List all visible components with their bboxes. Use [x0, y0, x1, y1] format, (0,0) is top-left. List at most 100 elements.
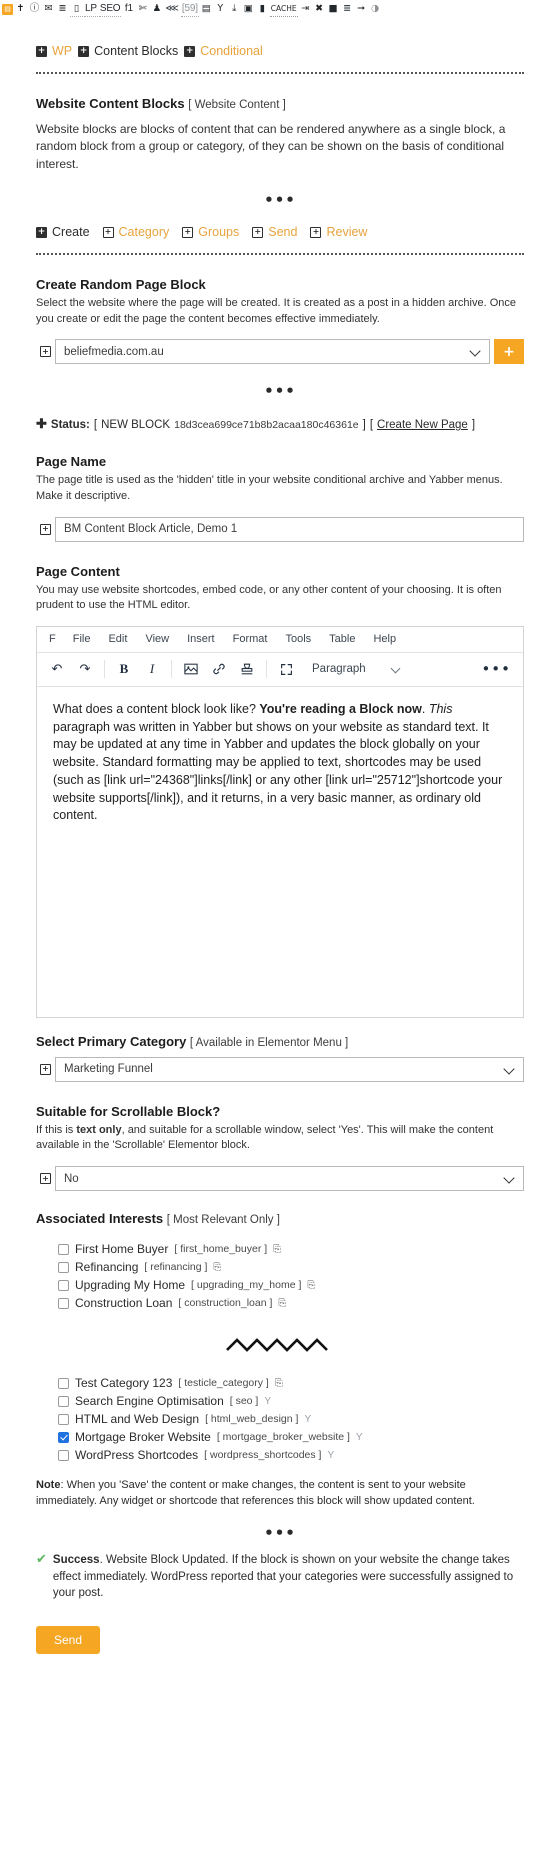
- editor-menu-view[interactable]: View: [136, 630, 178, 648]
- redo-icon[interactable]: ↷: [71, 656, 99, 682]
- category-checkbox[interactable]: [58, 1449, 69, 1461]
- expand-icon-wrapper[interactable]: +: [36, 339, 55, 364]
- seo-label[interactable]: SEO: [98, 1, 122, 17]
- category-meta-icon: Y: [264, 1395, 272, 1407]
- tab-groups[interactable]: + Groups: [182, 225, 239, 239]
- wp-admin-bar[interactable]: ▤ ✝ ⓘ ✉ ≣ ▯ LP SEO f1 ✄ ♟ ⋘ [59] ▤ Y ⤓ ▣…: [0, 0, 560, 18]
- list-item[interactable]: Upgrading My Home [ upgrading_my_home ] …: [58, 1278, 524, 1292]
- toolbar-overflow-button[interactable]: •••: [481, 660, 517, 678]
- italic-icon[interactable]: I: [138, 656, 166, 682]
- expand-icon-wrapper[interactable]: +: [36, 1057, 55, 1082]
- breadcrumb-label: WP: [52, 44, 73, 58]
- tab-create[interactable]: + Create: [36, 225, 90, 239]
- lp-label[interactable]: LP: [84, 1, 98, 17]
- dots-separator: •••: [264, 1523, 296, 1542]
- primary-category-select[interactable]: Marketing Funnel: [55, 1056, 524, 1082]
- tab-review[interactable]: + Review: [310, 225, 367, 239]
- editor-menu-file[interactable]: File: [64, 630, 100, 648]
- user-icon[interactable]: ♟: [150, 1, 163, 17]
- interest-label: Construction Loan: [75, 1296, 173, 1311]
- category-checkbox[interactable]: [58, 1413, 69, 1425]
- comments-count[interactable]: [59]: [180, 1, 199, 17]
- stamp-icon[interactable]: [233, 656, 261, 682]
- tab-label: Groups: [198, 225, 240, 240]
- page-name-title: Page Name: [36, 454, 107, 470]
- editor-menu-help[interactable]: Help: [364, 630, 405, 648]
- info-icon[interactable]: ⓘ: [28, 1, 41, 17]
- interest-checkbox[interactable]: [58, 1279, 69, 1291]
- editor-menu-table[interactable]: Table: [320, 630, 364, 648]
- image-icon[interactable]: ▣: [242, 1, 255, 17]
- tab-category[interactable]: + Category: [102, 225, 169, 239]
- page-name-input[interactable]: BM Content Block Article, Demo 1: [55, 516, 524, 542]
- menu-icon[interactable]: ≣: [341, 1, 354, 17]
- f1-label[interactable]: f1: [122, 1, 135, 17]
- chevron-down-icon: [470, 346, 481, 357]
- website-select[interactable]: beliefmedia.com.au: [55, 339, 490, 365]
- interests-checkbox-list: First Home Buyer [ first_home_buyer ] ⎘ …: [36, 1242, 524, 1310]
- cache-label[interactable]: CACHE: [269, 1, 298, 17]
- fullscreen-icon[interactable]: [272, 656, 300, 682]
- status-line: ✚ Status: [ NEW BLOCK 18d3cea699ce71b8b2…: [36, 416, 524, 432]
- scissors-icon[interactable]: ✄: [136, 1, 149, 17]
- share-icon[interactable]: ⋘: [164, 1, 180, 17]
- list-item[interactable]: Mortgage Broker Website [ mortgage_broke…: [58, 1430, 524, 1444]
- globe-icon[interactable]: ◑: [369, 1, 382, 17]
- list-item[interactable]: HTML and Web Design [ html_web_design ] …: [58, 1412, 524, 1426]
- breadcrumb-item-wp[interactable]: + WP: [36, 44, 72, 58]
- undo-icon[interactable]: ↶: [43, 656, 71, 682]
- category-label: WordPress Shortcodes: [75, 1448, 199, 1463]
- send-button[interactable]: Send: [36, 1625, 101, 1654]
- insert-image-icon[interactable]: [177, 656, 205, 682]
- page-content-title: Page Content: [36, 563, 120, 579]
- list-icon[interactable]: ≣: [56, 1, 69, 17]
- page-name-row: + BM Content Block Article, Demo 1: [36, 516, 524, 542]
- expand-icon-wrapper[interactable]: +: [36, 517, 55, 542]
- interest-checkbox[interactable]: [58, 1297, 69, 1309]
- tab-send[interactable]: + Send: [252, 225, 297, 239]
- add-website-button[interactable]: +: [494, 339, 524, 365]
- interest-checkbox[interactable]: [58, 1261, 69, 1273]
- editor-menu-format[interactable]: Format: [224, 630, 277, 648]
- rich-text-editor[interactable]: F File Edit View Insert Format Tools Tab…: [36, 625, 524, 1018]
- list-item[interactable]: Search Engine Optimisation [ seo ] Y: [58, 1394, 524, 1408]
- format-select[interactable]: Paragraph: [304, 663, 409, 675]
- editor-menu-f[interactable]: F: [41, 630, 64, 648]
- category-checkbox[interactable]: [58, 1395, 69, 1407]
- interest-checkbox[interactable]: [58, 1243, 69, 1255]
- insert-link-icon[interactable]: [205, 656, 233, 682]
- chart-icon[interactable]: ▯: [70, 1, 83, 17]
- bold-icon[interactable]: B: [110, 656, 138, 682]
- editor-content[interactable]: What does a content block look like? You…: [37, 687, 523, 1017]
- mail-icon[interactable]: ✉: [42, 1, 55, 17]
- expand-icon-wrapper[interactable]: +: [36, 1166, 55, 1191]
- breadcrumb-item-content-blocks[interactable]: + Content Blocks: [78, 44, 178, 58]
- toolbar-divider: [266, 660, 267, 679]
- tools-icon[interactable]: ✖: [313, 1, 326, 17]
- download-icon[interactable]: ⤓: [228, 1, 241, 17]
- category-checkbox[interactable]: [58, 1431, 69, 1443]
- logout-icon[interactable]: ⇥: [299, 1, 312, 17]
- create-new-page-link[interactable]: Create New Page: [377, 419, 468, 431]
- breadcrumb-item-conditional[interactable]: + Conditional: [184, 44, 263, 58]
- redo-icon[interactable]: ➞: [355, 1, 368, 17]
- pin-icon[interactable]: ✝: [14, 1, 27, 17]
- interest-meta-icon: ⎘: [213, 1261, 222, 1273]
- list-item[interactable]: First Home Buyer [ first_home_buyer ] ⎘: [58, 1242, 524, 1256]
- divider-dotted: [36, 253, 524, 256]
- editor-menu-tools[interactable]: Tools: [276, 630, 320, 648]
- wp-logo-icon[interactable]: ▤: [2, 3, 13, 15]
- filter-icon[interactable]: Y: [214, 1, 227, 17]
- editor-menu-insert[interactable]: Insert: [178, 630, 224, 648]
- page-name-description: The page title is used as the 'hidden' t…: [36, 474, 503, 502]
- form-icon[interactable]: ▤: [200, 1, 213, 17]
- plus-square-icon: +: [36, 226, 47, 238]
- editor-menu-edit[interactable]: Edit: [99, 630, 136, 648]
- list-item[interactable]: Construction Loan [ construction_loan ] …: [58, 1296, 524, 1310]
- video-icon[interactable]: ▮: [256, 1, 269, 17]
- save-icon[interactable]: ■: [327, 1, 340, 17]
- list-item[interactable]: WordPress Shortcodes [ wordpress_shortco…: [58, 1448, 524, 1462]
- list-item[interactable]: Refinancing [ refinancing ] ⎘: [58, 1260, 524, 1274]
- page-title-suffix: [ Website Content ]: [188, 99, 286, 111]
- scrollable-select[interactable]: No: [55, 1166, 524, 1192]
